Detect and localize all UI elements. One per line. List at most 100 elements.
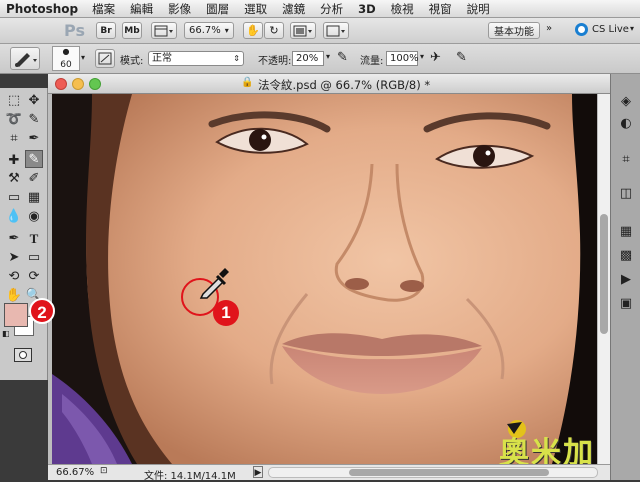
default-colors-icon[interactable]: ◧ bbox=[2, 329, 10, 338]
opacity-input[interactable]: 20% bbox=[292, 51, 324, 66]
brush-tool-icon[interactable]: ✎ bbox=[25, 150, 43, 168]
screen-mode-button[interactable] bbox=[323, 22, 349, 39]
menu-window[interactable]: 視窗 bbox=[429, 1, 452, 17]
arrange-documents-button[interactable] bbox=[290, 22, 316, 39]
close-window-icon[interactable] bbox=[55, 78, 67, 90]
brush-dot-icon: ● bbox=[62, 47, 70, 56]
menu-edit[interactable]: 編輯 bbox=[130, 1, 153, 17]
dodge-tool-icon[interactable]: ◉ bbox=[25, 208, 43, 226]
opacity-chevron-icon[interactable]: ▾ bbox=[326, 52, 330, 61]
mode-label: 模式: bbox=[120, 56, 144, 67]
marquee-tool-icon[interactable]: ⬚ bbox=[5, 92, 23, 110]
menu-file[interactable]: 檔案 bbox=[92, 1, 115, 17]
zoom-level-select[interactable]: 66.7% ▾ bbox=[184, 22, 234, 39]
mini-bridge-button[interactable]: Mb bbox=[122, 22, 142, 39]
cslive-chevron-icon: ▾ bbox=[630, 24, 635, 33]
workspace-label: 基本功能 bbox=[494, 27, 534, 38]
brush-picker[interactable]: ● 60 bbox=[52, 46, 80, 71]
menu-help[interactable]: 說明 bbox=[467, 1, 490, 17]
hand-icon: ✋ bbox=[246, 24, 260, 37]
application-bar: Ps Br Mb 66.7% ▾ ✋ ↻ 基本功能 » CS Live ▾ bbox=[0, 18, 640, 44]
hand-tool-button[interactable]: ✋ bbox=[243, 22, 263, 39]
brush-picker-chevron-icon[interactable]: ▾ bbox=[81, 53, 85, 62]
vertical-scrollbar[interactable] bbox=[597, 94, 610, 464]
vertical-scroll-thumb[interactable] bbox=[600, 214, 608, 334]
cslive-button[interactable]: CS Live bbox=[592, 24, 629, 35]
actions-panel-icon[interactable]: ▶ bbox=[615, 270, 637, 290]
watermark-text: 奧米加 bbox=[499, 436, 595, 464]
pressure-opacity-icon[interactable]: ✎ bbox=[337, 50, 348, 65]
horizontal-scrollbar[interactable] bbox=[268, 467, 598, 478]
rotate-view-button[interactable]: ↻ bbox=[264, 22, 284, 39]
menu-3d[interactable]: 3D bbox=[358, 2, 376, 16]
menu-analysis[interactable]: 分析 bbox=[320, 1, 343, 17]
status-menu-arrow-icon[interactable]: ▶ bbox=[253, 466, 263, 478]
3d-orbit-tool-icon[interactable]: ⟳ bbox=[25, 268, 43, 286]
flow-chevron-icon[interactable]: ▾ bbox=[420, 52, 424, 61]
ps-logo: Ps bbox=[64, 21, 85, 40]
document-title: 法令紋.psd @ 66.7% (RGB/8) * bbox=[258, 78, 431, 92]
path-select-tool-icon[interactable]: ➤ bbox=[5, 249, 23, 267]
foreground-color-swatch[interactable] bbox=[4, 303, 28, 327]
tools-panel: ⬚ ✥ ➰ ✎ ⌗ ✒ ✚ ✎ ⚒ ✐ ▭ ▦ 💧 ◉ ✒ T ➤ ▭ ⟲ ⟳ … bbox=[0, 88, 48, 380]
pressure-size-icon[interactable]: ✎ bbox=[456, 50, 467, 65]
blend-mode-select[interactable]: 正常 ⇕ bbox=[148, 51, 244, 66]
double-chevron-icon[interactable]: » bbox=[546, 23, 552, 34]
pen-tool-icon[interactable]: ✒ bbox=[5, 230, 23, 248]
transform-panel-icon[interactable]: ⌗ bbox=[615, 150, 637, 170]
gradient-tool-icon[interactable]: ▦ bbox=[25, 189, 43, 207]
workspace-switcher[interactable]: 基本功能 bbox=[488, 22, 540, 39]
bridge-button[interactable]: Br bbox=[96, 22, 116, 39]
menu-filter[interactable]: 濾鏡 bbox=[282, 1, 305, 17]
eyedropper-cursor-icon bbox=[199, 268, 229, 299]
layers-panel-icon[interactable]: ◈ bbox=[615, 92, 637, 112]
airbrush-icon[interactable]: ✈ bbox=[430, 50, 441, 65]
blur-tool-icon[interactable]: 💧 bbox=[5, 208, 23, 226]
document-lock-icon: 🔒 bbox=[241, 77, 254, 88]
eraser-tool-icon[interactable]: ▭ bbox=[5, 189, 23, 207]
shape-tool-icon[interactable]: ▭ bbox=[25, 249, 43, 267]
tool-preset-picker[interactable] bbox=[10, 47, 40, 70]
step-badge-1-number: 1 bbox=[221, 303, 231, 322]
clone-stamp-tool-icon[interactable]: ⚒ bbox=[5, 170, 23, 188]
updown-icon: ⇕ bbox=[233, 54, 240, 63]
app-menu[interactable]: Photoshop bbox=[6, 2, 78, 16]
3d-rotate-tool-icon[interactable]: ⟲ bbox=[5, 268, 23, 286]
screen-mode-icon bbox=[326, 25, 345, 36]
channels-panel-icon[interactable]: ◐ bbox=[615, 114, 637, 134]
healing-brush-tool-icon[interactable]: ✚ bbox=[5, 152, 23, 170]
move-tool-icon[interactable]: ✥ bbox=[25, 92, 43, 110]
flow-label: 流量: bbox=[360, 56, 384, 67]
image-canvas[interactable]: 奧米加 1 bbox=[52, 94, 597, 464]
quick-mask-icon bbox=[19, 351, 27, 359]
navigator-panel-icon[interactable]: ▣ bbox=[615, 294, 637, 314]
horizontal-scroll-thumb[interactable] bbox=[349, 469, 549, 476]
menu-select[interactable]: 選取 bbox=[244, 1, 267, 17]
brush-icon bbox=[15, 53, 37, 67]
zoom-window-icon[interactable] bbox=[89, 78, 101, 90]
flow-input[interactable]: 100% bbox=[386, 51, 419, 66]
step-badge-2: 2 bbox=[29, 298, 55, 324]
step-badge-2-number: 2 bbox=[37, 303, 47, 322]
info-panel-icon[interactable]: ◫ bbox=[615, 184, 637, 204]
menu-layer[interactable]: 圖層 bbox=[206, 1, 229, 17]
menu-image[interactable]: 影像 bbox=[168, 1, 191, 17]
opacity-value: 20% bbox=[296, 53, 319, 64]
eyedropper-tool-icon[interactable]: ✒ bbox=[25, 130, 43, 148]
lasso-tool-icon[interactable]: ➰ bbox=[5, 111, 23, 129]
document-titlebar: 🔒 法令紋.psd @ 66.7% (RGB/8) * bbox=[48, 74, 610, 94]
quick-select-tool-icon[interactable]: ✎ bbox=[25, 111, 43, 129]
history-brush-tool-icon[interactable]: ✐ bbox=[25, 170, 43, 188]
brush-panel-toggle[interactable] bbox=[95, 49, 115, 68]
step-badge-1: 1 bbox=[213, 300, 239, 326]
status-zoom[interactable]: 66.67% bbox=[56, 467, 94, 478]
swatches-panel-icon[interactable]: ▦ bbox=[615, 222, 637, 242]
type-tool-icon[interactable]: T bbox=[25, 230, 43, 248]
quick-mask-button[interactable] bbox=[14, 348, 32, 362]
view-extras-button[interactable] bbox=[151, 22, 177, 39]
crop-tool-icon[interactable]: ⌗ bbox=[5, 130, 23, 148]
styles-panel-icon[interactable]: ▩ bbox=[615, 246, 637, 266]
menu-view[interactable]: 檢視 bbox=[391, 1, 414, 17]
blend-mode-value: 正常 bbox=[152, 53, 172, 64]
minimize-window-icon[interactable] bbox=[72, 78, 84, 90]
